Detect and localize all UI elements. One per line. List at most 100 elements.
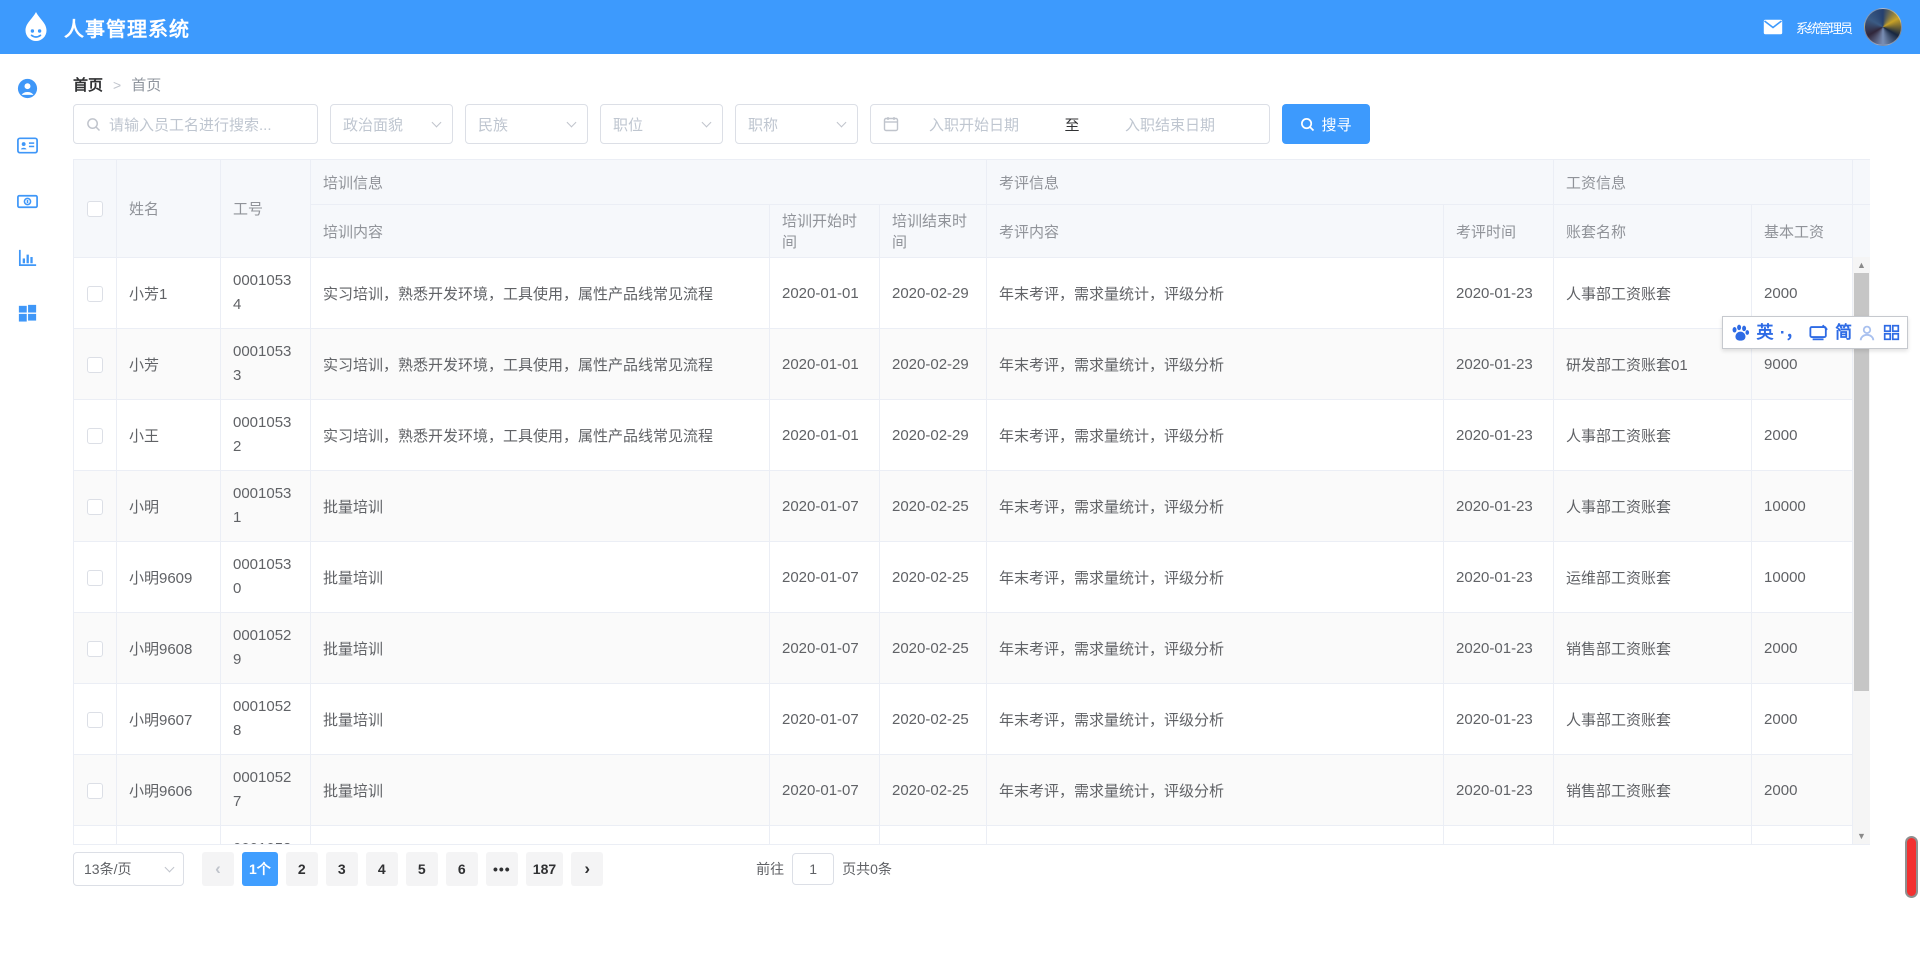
table-row-partial[interactable]: 00010526	[74, 826, 1871, 846]
grid-icon[interactable]	[1883, 324, 1900, 341]
next-page-button[interactable]: ›	[571, 852, 603, 886]
cell-account-name: 运维部工资账套	[1554, 542, 1752, 613]
cell-review-content: 年末考评，需求量统计，评级分析	[987, 329, 1444, 400]
baidu-paw-icon[interactable]	[1730, 323, 1750, 342]
scroll-down-icon[interactable]: ▼	[1853, 829, 1870, 844]
row-checkbox[interactable]	[87, 357, 103, 373]
cell-review-content: 年末考评，需求量统计，评级分析	[987, 400, 1444, 471]
row-checkbox[interactable]	[87, 712, 103, 728]
page-scrollbar[interactable]	[1904, 820, 1920, 930]
table-row[interactable]: 小明9606 00010527 批量培训 2020-01-07 2020-02-…	[74, 755, 1871, 826]
row-checkbox[interactable]	[87, 286, 103, 302]
page-button-1[interactable]: 1个	[242, 852, 278, 886]
avatar[interactable]	[1864, 8, 1902, 46]
page-scrollbar-thumb[interactable]	[1905, 836, 1918, 898]
search-input[interactable]: 请输入员工名进行搜索...	[73, 104, 318, 144]
cell-base-salary: 10000	[1752, 542, 1853, 613]
position-select[interactable]: 职位	[600, 104, 723, 144]
ime-charset-toggle[interactable]: 简	[1835, 324, 1852, 341]
chevron-down-icon	[702, 117, 712, 127]
goto-page-input[interactable]	[792, 853, 834, 885]
page-button-5[interactable]: 5	[406, 852, 438, 886]
cell-work-id: 00010529	[221, 613, 311, 684]
cell-review-content: 年末考评，需求量统计，评级分析	[987, 613, 1444, 684]
date-end-placeholder[interactable]: 入职结束日期	[1095, 114, 1245, 135]
hire-date-range-picker[interactable]: 入职开始日期 至 入职结束日期	[870, 104, 1270, 144]
table-row[interactable]: 小明9608 00010529 批量培训 2020-01-07 2020-02-…	[74, 613, 1871, 684]
row-checkbox[interactable]	[87, 570, 103, 586]
breadcrumb-current[interactable]: 首页	[131, 74, 161, 95]
more-pages-button[interactable]: •••	[486, 852, 518, 886]
ethnicity-select[interactable]: 民族	[465, 104, 588, 144]
cell-training-end: 2020-02-29	[880, 400, 987, 471]
cell-work-id: 00010528	[221, 684, 311, 755]
cell-work-id: 00010530	[221, 542, 311, 613]
cell-training-end: 2020-02-25	[880, 542, 987, 613]
prev-page-button[interactable]: ‹	[202, 852, 234, 886]
cell-training-end: 2020-02-25	[880, 755, 987, 826]
page-button-4[interactable]: 4	[366, 852, 398, 886]
col-header-account-name: 账套名称	[1554, 205, 1752, 258]
page-button-187[interactable]: 187	[526, 852, 563, 886]
id-card-icon[interactable]	[16, 134, 39, 157]
page-button-6[interactable]: 6	[446, 852, 478, 886]
scroll-up-icon[interactable]: ▲	[1853, 258, 1870, 273]
cell-training-content: 实习培训，熟悉开发环境，工具使用，属性产品线常见流程	[311, 329, 770, 400]
chevron-down-icon	[837, 117, 847, 127]
banknote-icon[interactable]	[16, 190, 39, 213]
row-checkbox[interactable]	[87, 641, 103, 657]
ime-punctuation-toggle[interactable]: ·，	[1780, 324, 1803, 341]
cell-review-content: 年末考评，需求量统计，评级分析	[987, 755, 1444, 826]
select-all-checkbox[interactable]	[87, 201, 103, 217]
cell-name: 小明9606	[117, 755, 221, 826]
page-size-select[interactable]: 13条/页	[73, 852, 184, 886]
user-circle-icon[interactable]	[16, 77, 39, 100]
table-row[interactable]: 小芳1 00010534 实习培训，熟悉开发环境，工具使用，属性产品线常见流程 …	[74, 258, 1871, 329]
table-row[interactable]: 小明 00010531 批量培训 2020-01-07 2020-02-25 年…	[74, 471, 1871, 542]
cell-training-end: 2020-02-29	[880, 329, 987, 400]
cell-name: 小芳	[117, 329, 221, 400]
cell-name: 小王	[117, 400, 221, 471]
cell-training-start: 2020-01-07	[770, 471, 880, 542]
header-spacer	[1853, 160, 1870, 205]
table-row[interactable]: 小王 00010532 实习培训，熟悉开发环境，工具使用，属性产品线常见流程 2…	[74, 400, 1871, 471]
apps-icon[interactable]	[16, 302, 39, 325]
employee-table: 姓名 工号 培训信息 考评信息 工资信息 培训内容 培训开始时间 培训结束时间 …	[73, 159, 1870, 845]
date-start-placeholder[interactable]: 入职开始日期	[899, 114, 1049, 135]
cell-training-start: 2020-01-07	[770, 542, 880, 613]
search-icon	[86, 117, 101, 132]
cell-training-content: 实习培训，熟悉开发环境，工具使用，属性产品线常见流程	[311, 258, 770, 329]
col-header-base-salary: 基本工资	[1752, 205, 1853, 258]
col-header-review-time: 考评时间	[1444, 205, 1554, 258]
cell-review-time: 2020-01-23	[1444, 471, 1554, 542]
job-title-select[interactable]: 职称	[735, 104, 858, 144]
page-button-3[interactable]: 3	[326, 852, 358, 886]
cell-base-salary: 2000	[1752, 613, 1853, 684]
cell-training-end: 2020-02-25	[880, 613, 987, 684]
cell-review-time: 2020-01-23	[1444, 684, 1554, 755]
political-status-select[interactable]: 政治面貌	[330, 104, 453, 144]
keyboard-icon[interactable]	[1809, 324, 1829, 341]
table-row[interactable]: 小明9609 00010530 批量培训 2020-01-07 2020-02-…	[74, 542, 1871, 613]
page-button-2[interactable]: 2	[286, 852, 318, 886]
cell-training-start: 2020-01-01	[770, 258, 880, 329]
breadcrumb-home[interactable]: 首页	[73, 74, 103, 95]
ime-lang-toggle[interactable]: 英	[1756, 324, 1773, 341]
user-name[interactable]: 系统管理员	[1796, 18, 1851, 37]
mail-icon[interactable]	[1763, 19, 1783, 35]
cell-training-content: 批量培训	[311, 684, 770, 755]
next-icon: ›	[584, 859, 590, 879]
search-placeholder: 请输入员工名进行搜索...	[109, 114, 272, 135]
table-row[interactable]: 小明9607 00010528 批量培训 2020-01-07 2020-02-…	[74, 684, 1871, 755]
table-row[interactable]: 小芳 00010533 实习培训，熟悉开发环境，工具使用，属性产品线常见流程 2…	[74, 329, 1871, 400]
cell-training-content: 实习培训，熟悉开发环境，工具使用，属性产品线常见流程	[311, 400, 770, 471]
row-checkbox[interactable]	[87, 499, 103, 515]
user-icon[interactable]	[1858, 324, 1876, 342]
cell-account-name: 销售部工资账套	[1554, 755, 1752, 826]
row-checkbox[interactable]	[87, 783, 103, 799]
row-checkbox[interactable]	[87, 428, 103, 444]
cell-account-name: 人事部工资账套	[1554, 471, 1752, 542]
search-button[interactable]: 搜寻	[1282, 104, 1370, 144]
cell-work-id: 00010527	[221, 755, 311, 826]
bar-chart-icon[interactable]	[16, 246, 39, 269]
